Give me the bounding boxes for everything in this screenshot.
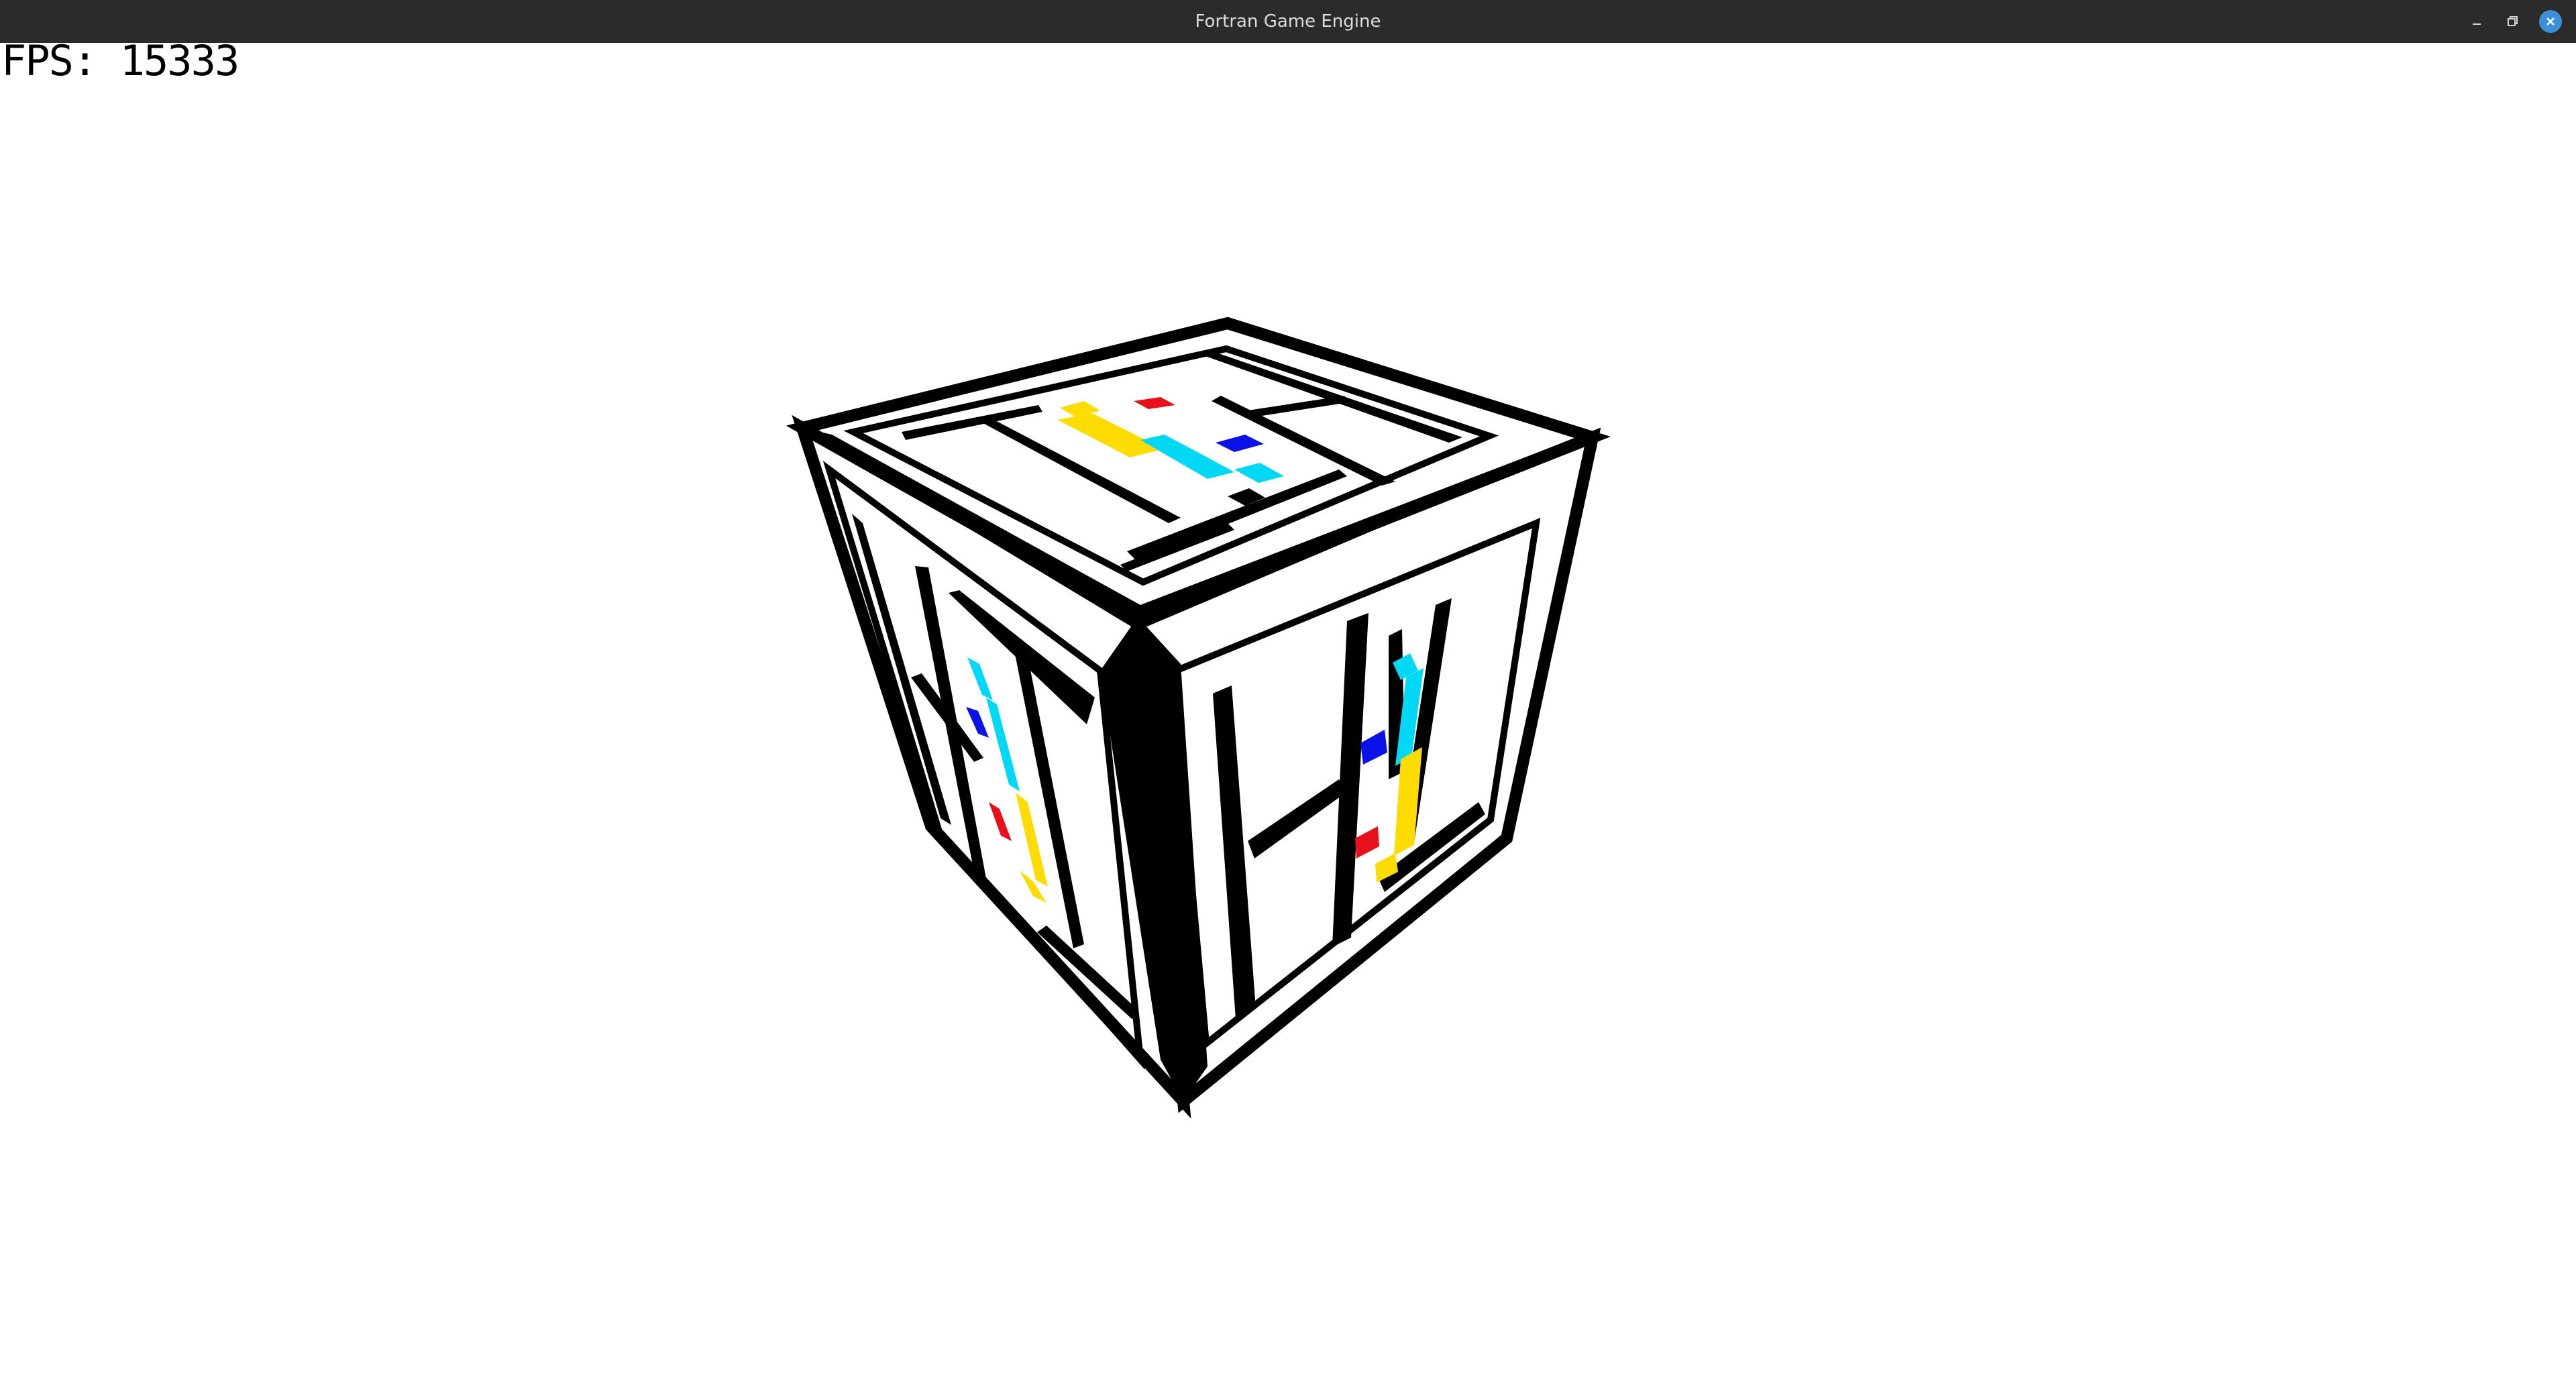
- minimize-icon: [2473, 23, 2481, 25]
- cube-scene: [786, 317, 1611, 1119]
- close-button-circle: [2539, 10, 2562, 33]
- restore-icon: [2508, 16, 2518, 26]
- render-viewport[interactable]: [0, 43, 2576, 1395]
- maximize-button[interactable]: [2500, 8, 2526, 35]
- cube: [786, 317, 1611, 1119]
- fps-counter: FPS: 15333: [1, 36, 239, 85]
- close-button[interactable]: [2537, 8, 2564, 35]
- game-window: Fortran Game Engine FPS: 15333: [0, 0, 2576, 1395]
- window-title: Fortran Game Engine: [1195, 11, 1381, 32]
- close-icon: [2546, 17, 2555, 25]
- title-bar[interactable]: Fortran Game Engine: [0, 0, 2576, 43]
- minimize-button[interactable]: [2463, 8, 2490, 35]
